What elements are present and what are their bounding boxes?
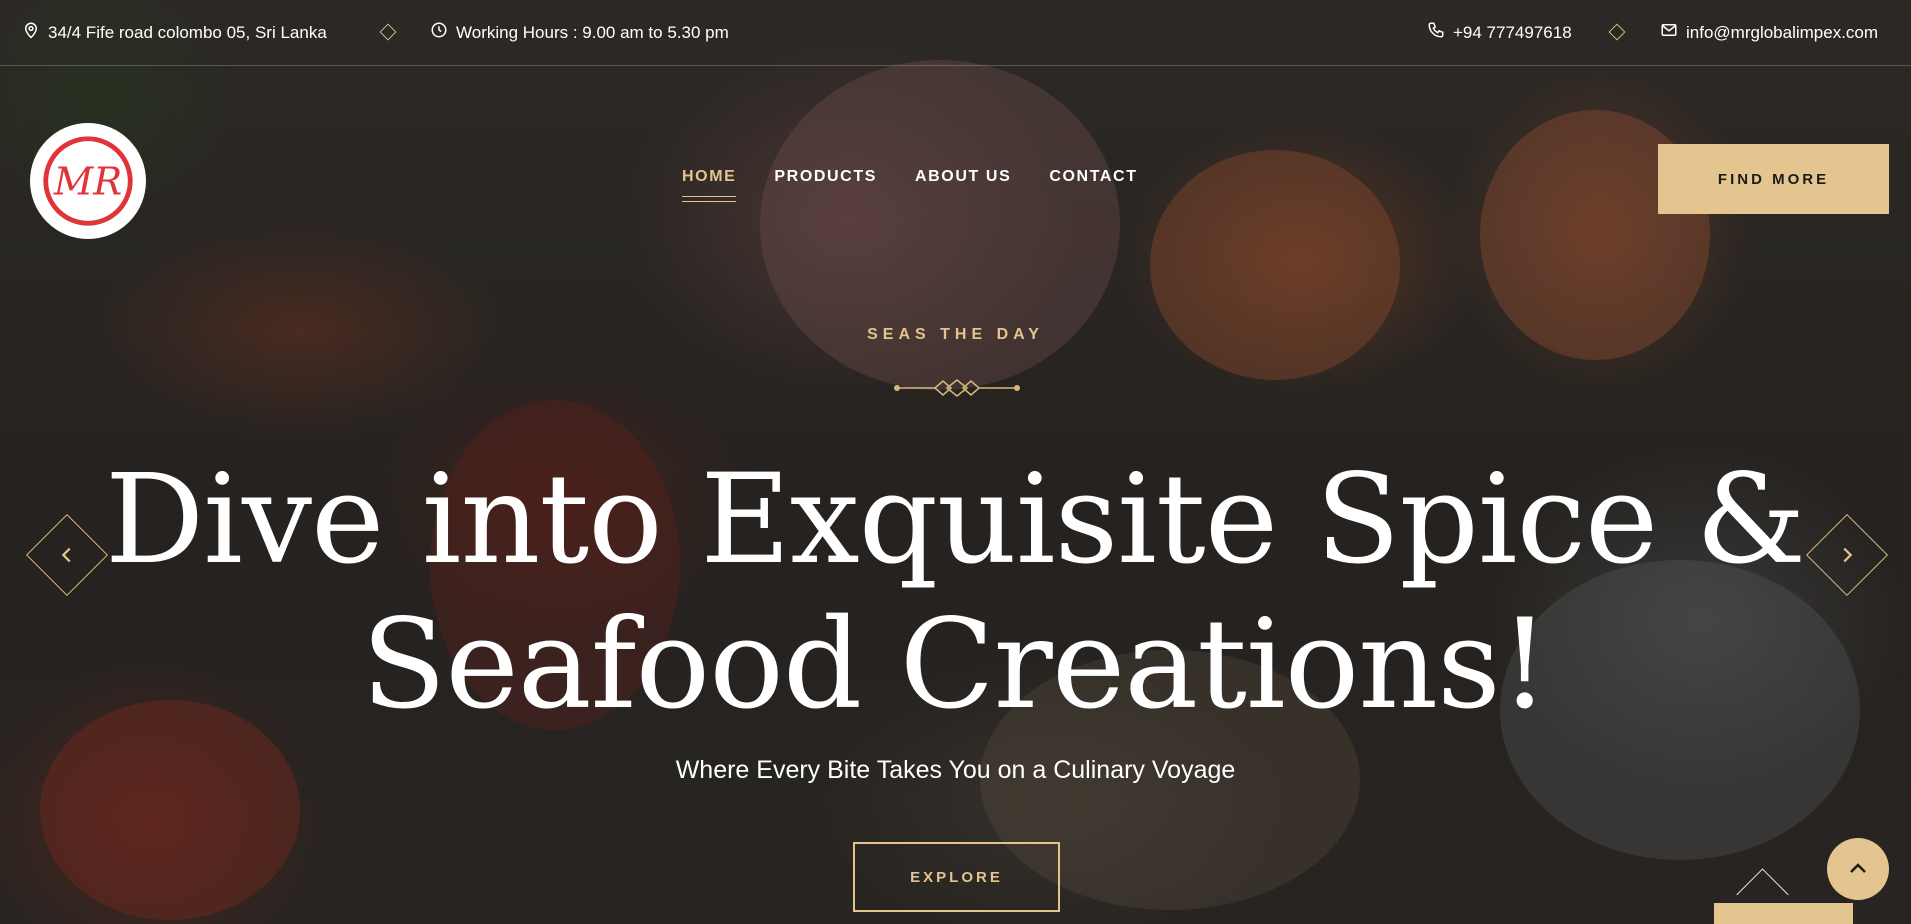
nav-item-products[interactable]: PRODUCTS xyxy=(774,168,877,202)
mail-icon xyxy=(1660,21,1678,44)
logo-text: MR xyxy=(53,159,122,204)
nav-item-contact[interactable]: CONTACT xyxy=(1049,168,1137,202)
corner-tab[interactable] xyxy=(1714,903,1853,924)
top-info-bar: 34/4 Fife road colombo 05, Sri Lanka Wor… xyxy=(0,0,1911,66)
hours-text: Working Hours : 9.00 am to 5.30 pm xyxy=(456,22,729,42)
scroll-to-top-button[interactable] xyxy=(1827,838,1889,900)
phone-icon xyxy=(1427,21,1445,44)
location-icon xyxy=(22,21,40,44)
explore-button[interactable]: EXPLORE xyxy=(853,842,1060,912)
separator-diamond xyxy=(379,23,397,41)
phone-text[interactable]: +94 777497618 xyxy=(1453,23,1572,43)
main-nav: HOME PRODUCTS ABOUT US CONTACT xyxy=(682,168,1138,202)
hero-headline-line1: Dive into Exquisite Spice & xyxy=(104,448,1806,592)
email-link[interactable]: info@mrglobalimpex.com xyxy=(1660,0,1878,65)
chevron-left-icon xyxy=(61,547,71,563)
find-more-button[interactable]: FIND MORE xyxy=(1658,144,1889,214)
nav-item-home[interactable]: HOME xyxy=(682,168,737,202)
site-logo[interactable]: MR xyxy=(30,123,146,239)
ornament-divider xyxy=(894,379,1020,397)
separator-diamond xyxy=(1608,23,1626,41)
hero-headline-line2: Seafood Creations! xyxy=(361,593,1549,737)
phone-link[interactable]: +94 777497618 xyxy=(1427,0,1572,65)
hero-subline: Where Every Bite Takes You on a Culinary… xyxy=(675,756,1236,784)
address-info: 34/4 Fife road colombo 05, Sri Lanka xyxy=(22,0,327,65)
nav-item-about-us[interactable]: ABOUT US xyxy=(915,168,1011,202)
clock-icon xyxy=(430,21,448,44)
mr-logo-mark: MR xyxy=(43,136,133,226)
email-text[interactable]: info@mrglobalimpex.com xyxy=(1686,23,1878,43)
chevron-right-icon xyxy=(1843,547,1853,563)
hero-headline: Dive into Exquisite Spice & Seafood Crea… xyxy=(60,448,1850,738)
address-text: 34/4 Fife road colombo 05, Sri Lanka xyxy=(48,22,327,42)
hero-eyebrow: SEAS THE DAY xyxy=(867,326,1044,343)
hours-info: Working Hours : 9.00 am to 5.30 pm xyxy=(430,0,729,65)
chevron-up-icon xyxy=(1850,863,1866,873)
